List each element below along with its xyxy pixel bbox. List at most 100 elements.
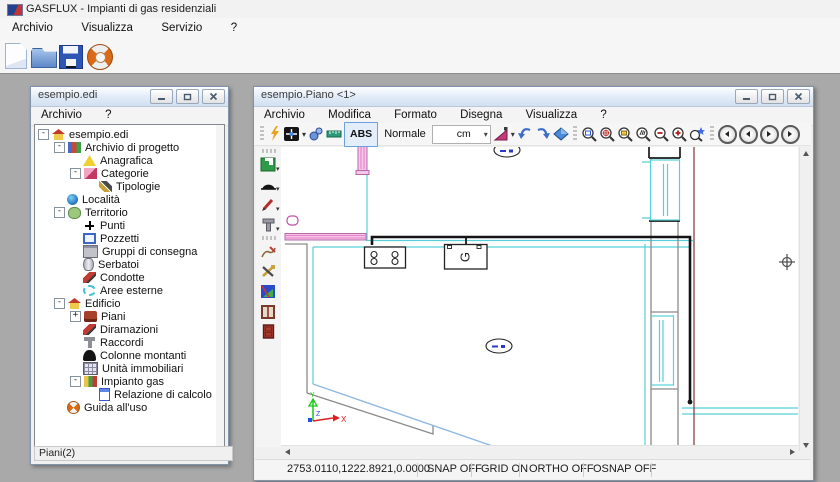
osnap-toggle[interactable]: OSNAP OFF <box>593 463 656 475</box>
fitting-tool-icon[interactable]: ▾ <box>259 216 279 233</box>
tree-item-territorio[interactable]: -Territorio <box>35 206 224 219</box>
osnap-spheres-icon[interactable] <box>308 125 324 144</box>
boiler-symbol[interactable]: G <box>445 245 488 270</box>
tree-item-gruppi-consegna[interactable]: Gruppi di consegna <box>35 245 224 258</box>
ruler-icon[interactable] <box>326 125 342 144</box>
minimize-button[interactable] <box>735 89 758 104</box>
drawing-canvas[interactable]: G <box>281 147 798 451</box>
pipe-tool-icon[interactable]: ▾ <box>259 196 279 213</box>
menu-help[interactable]: ? <box>219 19 249 40</box>
horizontal-scrollbar[interactable] <box>281 445 798 459</box>
appliance-tag[interactable] <box>486 339 512 353</box>
window-symbol-top[interactable] <box>651 160 680 220</box>
toolbar-grip[interactable] <box>260 126 264 142</box>
plan-menu-archivio[interactable]: Archivio <box>254 107 315 121</box>
line-style-label[interactable]: Normale <box>380 125 430 144</box>
tree-item-condotte[interactable]: Condotte <box>35 271 224 284</box>
tree-item-localita[interactable]: Località <box>35 193 224 206</box>
grid-toggle[interactable]: GRID ON <box>481 463 528 475</box>
new-document-icon[interactable] <box>5 43 27 69</box>
tree-item-anagrafica[interactable]: Anagrafica <box>35 154 224 167</box>
tree-item-punti[interactable]: Punti <box>35 219 224 232</box>
restore-button[interactable] <box>761 89 784 104</box>
toolbar-grip[interactable] <box>573 126 577 142</box>
cyan-wall-lines[interactable] <box>313 162 798 451</box>
menu-servizio[interactable]: Servizio <box>149 19 214 40</box>
minimize-button[interactable] <box>150 89 173 104</box>
scroll-down-button[interactable] <box>800 439 812 451</box>
stove-symbol[interactable] <box>365 247 406 268</box>
expander-icon[interactable]: - <box>70 168 81 179</box>
tree-item-diramazioni[interactable]: Diramazioni <box>35 323 224 336</box>
tree-item-piani[interactable]: +Piani <box>35 310 224 323</box>
verify-tool-icon[interactable] <box>259 283 279 300</box>
toolbar-grip[interactable] <box>262 149 276 153</box>
tree-item-aree-esterne[interactable]: Aree esterne <box>35 284 224 297</box>
project-tree[interactable]: -esempio.edi -Archivio di progetto Anagr… <box>34 124 225 453</box>
gas-pipe[interactable] <box>372 237 692 404</box>
tree-scrollbar[interactable] <box>216 125 224 447</box>
floor-plan-drawing[interactable]: G <box>281 147 798 451</box>
zoom-window-icon[interactable] <box>581 125 597 144</box>
tree-item-colonne-montanti[interactable]: Colonne montanti <box>35 349 224 362</box>
tools-hammer-icon[interactable] <box>259 263 279 280</box>
tree-item-unita-immobiliari[interactable]: Unità immobiliari <box>35 362 224 375</box>
pink-wall-vertical[interactable] <box>356 147 369 175</box>
tree-window-titlebar[interactable]: esempio.edi <box>31 87 228 107</box>
plan-menu-visualizza[interactable]: Visualizza <box>516 107 588 121</box>
plan-window-titlebar[interactable]: esempio.Piano <1> <box>254 87 813 107</box>
app-titlebar[interactable]: GASFLUX - Impianti di gas residenziali <box>0 0 840 19</box>
sketch-tool-icon[interactable] <box>259 243 279 260</box>
expander-icon[interactable]: - <box>54 298 65 309</box>
tree-item-impianto-gas[interactable]: -Impianto gas <box>35 375 224 388</box>
scroll-left-button[interactable] <box>281 446 293 458</box>
pan-icon[interactable] <box>635 125 651 144</box>
menu-visualizza[interactable]: Visualizza <box>69 19 145 40</box>
zoom-in-icon[interactable] <box>671 125 687 144</box>
plan-menu-modifica[interactable]: Modifica <box>318 107 381 121</box>
undo-icon[interactable] <box>517 125 533 144</box>
tree-item-raccordi[interactable]: Raccordi <box>35 336 224 349</box>
expander-icon[interactable]: - <box>38 129 49 140</box>
tree-item-serbatoi[interactable]: Serbatoi <box>35 258 224 271</box>
redo-icon[interactable] <box>535 125 551 144</box>
slope-tool-icon[interactable]: ▾ <box>493 125 515 144</box>
help-lifesaver-icon[interactable] <box>87 44 113 70</box>
restore-button[interactable] <box>176 89 199 104</box>
expander-icon[interactable]: - <box>54 207 65 218</box>
tree-item-relazione-calcolo[interactable]: Relazione di calcolo <box>35 388 224 401</box>
tree-menu-help[interactable]: ? <box>95 107 121 121</box>
gray-wall-lines[interactable] <box>285 159 678 447</box>
plan-menu-disegna[interactable]: Disegna <box>450 107 512 121</box>
tree-item-edificio[interactable]: -Edificio <box>35 297 224 310</box>
column-tool-icon[interactable]: ▾ <box>259 176 279 193</box>
scroll-up-button[interactable] <box>800 147 812 159</box>
tree-item-pozzetti[interactable]: Pozzetti <box>35 232 224 245</box>
pink-node-marker[interactable] <box>287 216 298 225</box>
abs-coordinates-button[interactable]: ABS <box>344 122 378 147</box>
expander-icon[interactable]: - <box>70 376 81 387</box>
save-floppy-icon[interactable] <box>59 45 83 69</box>
toolbar-grip[interactable] <box>710 126 714 142</box>
pink-wall-horizontal[interactable] <box>285 234 366 241</box>
close-button[interactable] <box>202 89 225 104</box>
room-tool-icon[interactable]: ▾ <box>259 156 279 173</box>
expander-icon[interactable]: - <box>54 142 65 153</box>
view-rotate-left-button[interactable] <box>739 125 758 144</box>
tree-item-tipologie[interactable]: Tipologie <box>35 180 224 193</box>
window-symbol-bottom[interactable] <box>652 316 674 385</box>
vertical-scrollbar[interactable] <box>799 147 812 451</box>
snap-toggle[interactable]: SNAP OFF <box>427 463 482 475</box>
menu-archivio[interactable]: Archivio <box>0 19 65 40</box>
plan-menu-formato[interactable]: Formato <box>384 107 447 121</box>
zoom-extents-icon[interactable] <box>599 125 615 144</box>
view-rotate-left-button[interactable] <box>718 125 737 144</box>
expander-icon[interactable]: + <box>70 311 81 322</box>
tree-item-categorie[interactable]: -Categorie <box>35 167 224 180</box>
tree-item-archivio-progetto[interactable]: -Archivio di progetto <box>35 141 224 154</box>
view-rotate-right-button[interactable] <box>760 125 779 144</box>
zoom-object-icon[interactable] <box>689 125 706 144</box>
zoom-out-icon[interactable] <box>653 125 669 144</box>
scroll-right-button[interactable] <box>786 446 798 458</box>
tree-item-esempio-edi[interactable]: -esempio.edi <box>35 128 224 141</box>
